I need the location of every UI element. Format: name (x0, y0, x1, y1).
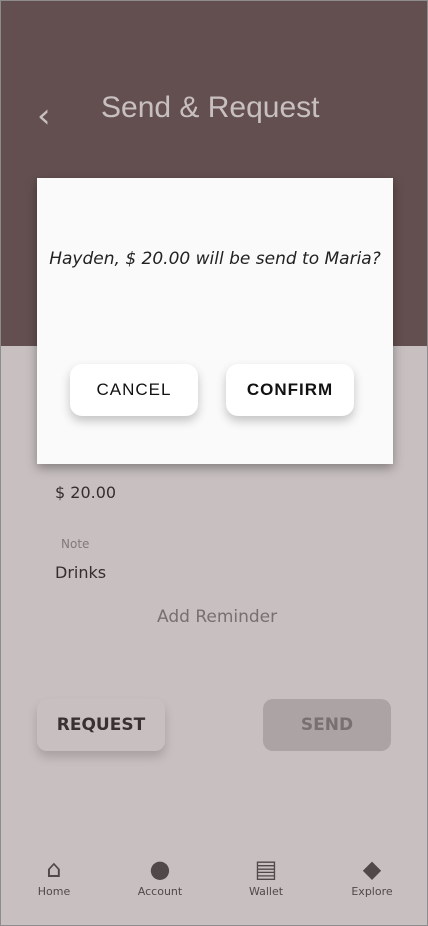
dialog-message: Hayden, $ 20.00 will be send to Maria? (49, 249, 381, 269)
confirm-button[interactable]: CONFIRM (226, 364, 354, 416)
confirm-dialog: Hayden, $ 20.00 will be send to Maria? C… (37, 178, 393, 464)
send-request-screen: ‹ Send & Request $ 20.00 Note Drinks Add… (0, 0, 428, 926)
cancel-button[interactable]: CANCEL (70, 364, 198, 416)
